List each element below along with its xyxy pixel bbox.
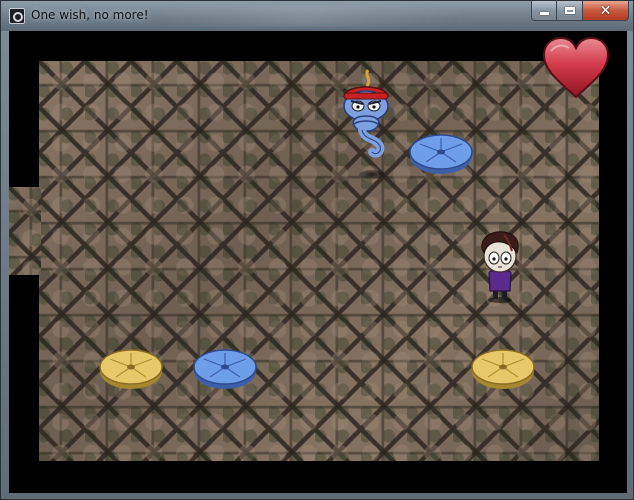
genie-shadow [359, 170, 385, 179]
game-viewport[interactable] [9, 31, 627, 493]
window-title: One wish, no more! [31, 8, 149, 22]
maximize-icon [564, 7, 575, 14]
doorway-floor [9, 187, 41, 275]
game-window: One wish, no more! ✕ [0, 0, 634, 500]
cushion-blue-2[interactable] [192, 347, 258, 391]
minimize-icon [539, 12, 549, 15]
window-controls: ✕ [531, 1, 629, 22]
cushion-blue-1[interactable] [408, 132, 474, 176]
cushion-yellow-2[interactable] [470, 347, 536, 391]
genie-sprite [343, 69, 389, 158]
close-button[interactable]: ✕ [583, 1, 629, 21]
cushion-yellow-1[interactable] [98, 347, 164, 391]
player-sprite[interactable] [474, 227, 526, 303]
title-bar[interactable]: One wish, no more! ✕ [1, 1, 633, 31]
maximize-button[interactable] [557, 1, 583, 21]
title-bar-glow [141, 5, 471, 27]
minimize-button[interactable] [531, 1, 557, 21]
app-icon[interactable] [9, 8, 25, 24]
heart-icon [542, 36, 610, 99]
close-icon: ✕ [599, 2, 612, 19]
